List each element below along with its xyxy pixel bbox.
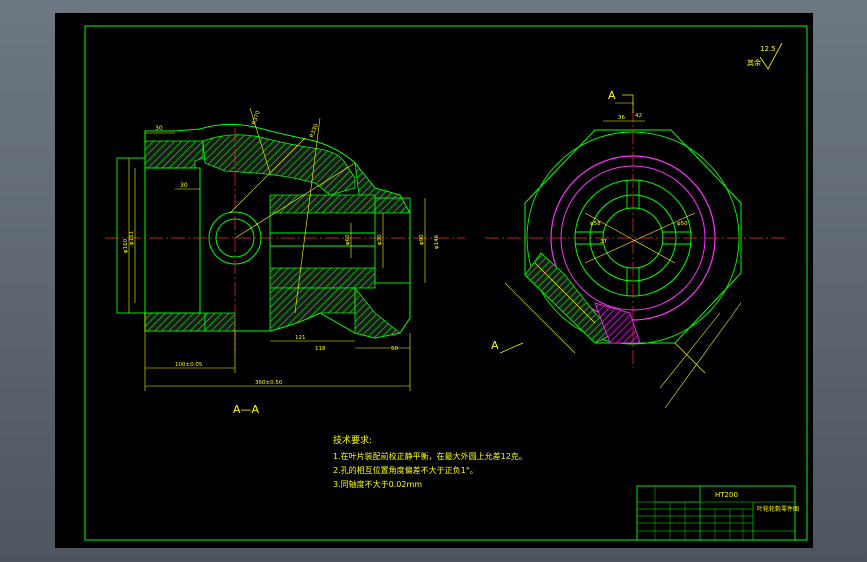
roughness-symbol: 12.5 其余 xyxy=(747,42,783,70)
view-marker-a-bottom: A xyxy=(491,339,499,352)
title-material: HT200 xyxy=(715,491,738,499)
viewer-background: 12.5 其余 30 30 100±0.05 121 118 50 360±0.… xyxy=(0,0,867,562)
dim-phi90: φ90 xyxy=(419,234,425,245)
view-marker-a-top: A xyxy=(608,89,616,102)
dim-30-inner: 30 xyxy=(180,182,188,189)
note-1: 1.在叶片装配前校正静平衡，在最大外圆上允差12克。 xyxy=(333,451,527,461)
cad-drawing: 12.5 其余 30 30 100±0.05 121 118 50 360±0.… xyxy=(84,25,808,541)
dim-118: 118 xyxy=(315,346,326,352)
dim-30-top: 30 xyxy=(155,125,163,132)
drawing-canvas[interactable]: 12.5 其余 30 30 100±0.05 121 118 50 360±0.… xyxy=(55,13,813,548)
dim-36: 36 xyxy=(618,115,625,121)
section-view: 30 30 100±0.05 121 118 50 360±0.50 φ160 … xyxy=(105,107,465,416)
dim-37: 37 xyxy=(600,239,607,245)
dim-phi60: φ60 xyxy=(345,234,351,245)
dim-phi50: φ50 xyxy=(677,221,688,227)
dim-phi58: φ58 xyxy=(590,221,601,227)
title-part-name: 叶轮轮毂零件图 xyxy=(757,505,799,513)
section-label: A—A xyxy=(233,403,260,416)
roughness-note: 其余 xyxy=(747,58,761,67)
end-view: 36 42 φ58 φ50 37 A A xyxy=(485,89,785,409)
dim-42: 42 xyxy=(635,113,642,119)
dim-50: 50 xyxy=(391,346,398,352)
roughness-value: 12.5 xyxy=(760,45,776,53)
drawing-border xyxy=(84,25,808,541)
dim-phi30: φ30 xyxy=(377,234,383,245)
dim-121: 121 xyxy=(295,335,306,341)
title-block: HT200 叶轮轮毂零件图 xyxy=(636,485,799,541)
dim-360: 360±0.50 xyxy=(255,380,283,386)
dim-phi151: φ151 xyxy=(129,231,135,245)
dim-phi146: φ146 xyxy=(434,234,440,249)
note-3: 3.同轴度不大于0.02mm xyxy=(333,479,422,489)
technical-notes: 技术要求: 1.在叶片装配前校正静平衡，在最大外圆上允差12克。 2.孔的相互位… xyxy=(333,434,527,489)
dim-r370: R370 xyxy=(251,110,262,126)
note-2: 2.孔的相互位置角度偏差不大于正负1°。 xyxy=(333,465,478,475)
notes-title: 技术要求: xyxy=(333,434,372,446)
dim-100: 100±0.05 xyxy=(175,362,203,368)
